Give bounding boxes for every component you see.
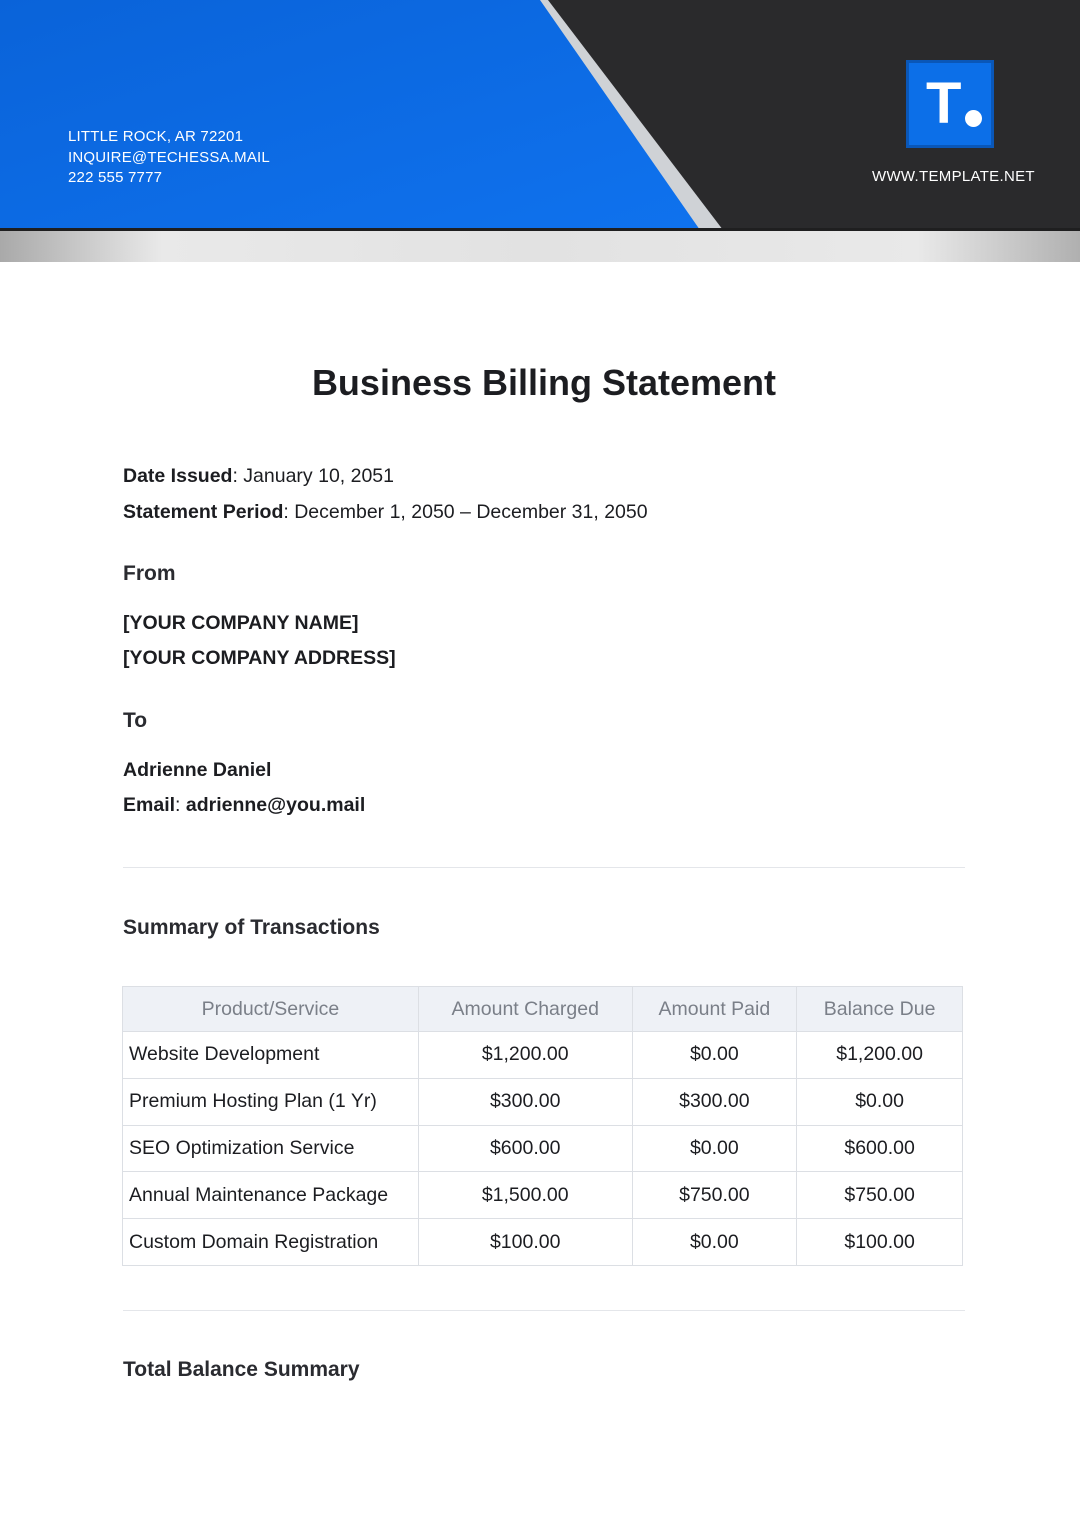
cell-balance-due: $0.00 xyxy=(796,1077,963,1126)
cell-product: Custom Domain Registration xyxy=(122,1218,419,1266)
table-row: SEO Optimization Service $600.00 $0.00 $… xyxy=(122,1124,963,1173)
cell-balance-due: $750.00 xyxy=(796,1171,963,1220)
contact-email: INQUIRE@TECHESSA.MAIL xyxy=(68,148,270,166)
statement-period-value: : December 1, 2050 – December 31, 2050 xyxy=(283,501,648,523)
contact-phone: 222 555 7777 xyxy=(68,169,163,186)
column-header: Amount Paid xyxy=(631,986,798,1032)
cell-amount-paid: $750.00 xyxy=(631,1171,798,1220)
summary-heading: Summary of Transactions xyxy=(123,916,380,939)
cell-balance-due: $1,200.00 xyxy=(796,1031,963,1079)
cell-amount-paid: $0.00 xyxy=(631,1218,798,1266)
to-email-value[interactable]: adrienne@you.mail xyxy=(186,794,365,816)
cell-amount-charged: $1,200.00 xyxy=(417,1031,633,1079)
cell-product: Premium Hosting Plan (1 Yr) xyxy=(122,1077,419,1126)
table-row: Custom Domain Registration $100.00 $0.00… xyxy=(122,1218,963,1266)
divider xyxy=(123,867,965,868)
table-header-row: Product/Service Amount Charged Amount Pa… xyxy=(122,986,963,1032)
cell-amount-charged: $300.00 xyxy=(417,1077,633,1126)
cell-amount-paid: $0.00 xyxy=(631,1124,798,1173)
cell-balance-due: $600.00 xyxy=(796,1124,963,1173)
logo-letter: T xyxy=(926,71,962,136)
cell-product: Annual Maintenance Package xyxy=(122,1171,419,1220)
cell-amount-charged: $100.00 xyxy=(417,1218,633,1266)
contact-info: LITTLE ROCK, AR 72201 INQUIRE@TECHESSA.M… xyxy=(68,127,270,189)
to-email: Email: adrienne@you.mail xyxy=(123,794,365,817)
transactions-table: Product/Service Amount Charged Amount Pa… xyxy=(122,986,963,1266)
from-company-address: [YOUR COMPANY ADDRESS] xyxy=(123,647,396,669)
logo-dot xyxy=(965,110,982,127)
cell-amount-paid: $0.00 xyxy=(631,1031,798,1079)
contact-address: LITTLE ROCK, AR 72201 xyxy=(68,128,244,145)
header-banner: LITTLE ROCK, AR 72201 INQUIRE@TECHESSA.M… xyxy=(0,0,1080,262)
website-link[interactable]: WWW.TEMPLATE.NET xyxy=(872,168,1035,185)
column-header: Product/Service xyxy=(122,986,419,1032)
cell-product: SEO Optimization Service xyxy=(122,1124,419,1173)
cell-product: Website Development xyxy=(122,1031,419,1079)
date-issued: Date Issued: January 10, 2051 xyxy=(123,465,394,488)
cell-amount-charged: $1,500.00 xyxy=(417,1171,633,1220)
table-row: Premium Hosting Plan (1 Yr) $300.00 $300… xyxy=(122,1077,963,1126)
to-email-label: Email xyxy=(123,794,176,816)
logo: T xyxy=(906,60,994,148)
statement-period: Statement Period: December 1, 2050 – Dec… xyxy=(123,501,648,524)
table-row: Website Development $1,200.00 $0.00 $1,2… xyxy=(122,1031,963,1079)
cell-amount-charged: $600.00 xyxy=(417,1124,633,1173)
column-header: Amount Charged xyxy=(417,986,633,1032)
divider xyxy=(123,1310,965,1311)
statement-period-label: Statement Period xyxy=(123,501,284,523)
from-heading: From xyxy=(123,562,176,585)
date-issued-value: : January 10, 2051 xyxy=(232,465,395,487)
cell-amount-paid: $300.00 xyxy=(631,1077,798,1126)
to-name: Adrienne Daniel xyxy=(123,759,272,781)
total-heading: Total Balance Summary xyxy=(123,1358,360,1381)
column-header: Balance Due xyxy=(796,986,963,1032)
date-issued-label: Date Issued xyxy=(123,465,233,487)
from-company-name: [YOUR COMPANY NAME] xyxy=(123,612,359,634)
table-row: Annual Maintenance Package $1,500.00 $75… xyxy=(122,1171,963,1220)
page-title: Business Billing Statement xyxy=(311,362,777,403)
cell-balance-due: $100.00 xyxy=(796,1218,963,1266)
to-email-separator: : xyxy=(175,794,186,816)
to-heading: To xyxy=(123,709,148,732)
